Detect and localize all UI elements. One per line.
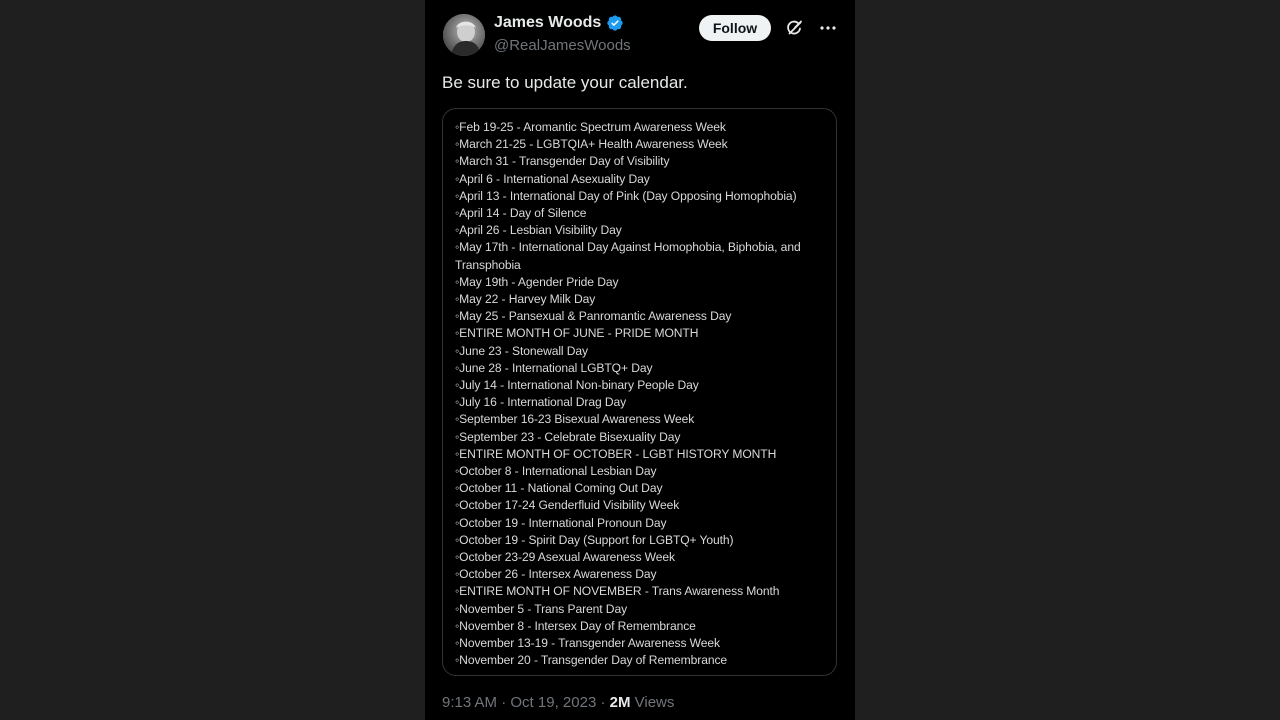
calendar-line: ◦October 19 - International Pronoun Day bbox=[455, 515, 667, 530]
calendar-line: ◦May 19th - Agender Pride Day bbox=[455, 274, 619, 289]
calendar-line: ◦October 17-24 Genderfluid Visibility We… bbox=[455, 498, 680, 513]
calendar-line: ◦ENTIRE MONTH OF OCTOBER - LGBT HISTORY … bbox=[455, 446, 777, 461]
calendar-line: ◦Feb 19-25 - Aromantic Spectrum Awarenes… bbox=[455, 120, 726, 134]
views-label: Views bbox=[630, 694, 675, 711]
author-name[interactable]: James Woods bbox=[494, 14, 601, 32]
post-card: James Woods @RealJamesWoods Follow Be su… bbox=[425, 0, 855, 720]
grok-icon[interactable] bbox=[785, 18, 805, 38]
calendar-line: ◦November 13-19 - Transgender Awareness … bbox=[455, 636, 720, 651]
post-header: James Woods @RealJamesWoods Follow bbox=[425, 0, 855, 66]
video-frame: James Woods @RealJamesWoods Follow Be su… bbox=[0, 0, 1280, 720]
calendar-line: ◦September 16-23 Bisexual Awareness Week bbox=[455, 412, 695, 427]
calendar-line: ◦ENTIRE MONTH OF JUNE - PRIDE MONTH bbox=[455, 326, 699, 341]
calendar-line: ◦June 23 - Stonewall Day bbox=[455, 343, 588, 358]
calendar-line: ◦April 14 - Day of Silence bbox=[455, 206, 587, 221]
author-handle[interactable]: @RealJamesWoods bbox=[494, 37, 631, 54]
calendar-line: ◦March 31 - Transgender Day of Visibilit… bbox=[455, 154, 670, 169]
calendar-line: ◦October 8 - International Lesbian Day bbox=[455, 464, 657, 479]
post-meta: 9:13 AM · Oct 19, 2023 · 2M Views bbox=[442, 694, 674, 711]
more-horizontal-icon[interactable] bbox=[818, 18, 838, 38]
calendar-line: ◦October 26 - Intersex Awareness Day bbox=[455, 567, 657, 582]
calendar-line: ◦April 26 - Lesbian Visibility Day bbox=[455, 223, 622, 238]
calendar-line: ◦October 23-29 Asexual Awareness Week bbox=[455, 550, 675, 565]
calendar-line: ◦April 6 - International Asexuality Day bbox=[455, 171, 650, 186]
name-row: James Woods bbox=[494, 14, 624, 32]
verified-badge-icon bbox=[606, 14, 624, 32]
follow-button[interactable]: Follow bbox=[699, 15, 771, 41]
calendar-line: ◦July 16 - International Drag Day bbox=[455, 395, 627, 410]
calendar-line: ◦October 11 - National Coming Out Day bbox=[455, 481, 663, 496]
views-count: 2M bbox=[609, 694, 631, 711]
calendar-line: ◦November 20 - Transgender Day of Rememb… bbox=[455, 653, 728, 668]
post-date[interactable]: Oct 19, 2023 bbox=[510, 694, 596, 711]
calendar-line: ◦April 13 - International Day of Pink (D… bbox=[455, 188, 797, 203]
meta-separator: · bbox=[596, 694, 610, 711]
calendar-line: ◦July 14 - International Non-binary Peop… bbox=[455, 378, 699, 393]
calendar-line: ◦June 28 - International LGBTQ+ Day bbox=[455, 360, 653, 375]
calendar-line: ◦May 17th - International Day Against Ho… bbox=[455, 240, 801, 272]
calendar-line: ◦ENTIRE MONTH OF NOVEMBER - Trans Awaren… bbox=[455, 584, 780, 599]
calendar-line: ◦March 21-25 - LGBTQIA+ Health Awareness… bbox=[455, 137, 728, 152]
calendar-line: ◦October 19 - Spirit Day (Support for LG… bbox=[455, 532, 734, 547]
avatar-image bbox=[443, 14, 485, 56]
post-time[interactable]: 9:13 AM bbox=[442, 694, 497, 711]
calendar-line: ◦May 22 - Harvey Milk Day bbox=[455, 292, 596, 307]
calendar-line: ◦November 8 - Intersex Day of Remembranc… bbox=[455, 618, 696, 633]
calendar-line: ◦November 5 - Trans Parent Day bbox=[455, 601, 628, 616]
calendar-list: ◦Feb 19-25 - Aromantic Spectrum Awarenes… bbox=[455, 119, 830, 670]
post-text: Be sure to update your calendar. bbox=[442, 73, 688, 92]
calendar-line: ◦September 23 - Celebrate Bisexuality Da… bbox=[455, 429, 681, 444]
meta-separator: · bbox=[497, 694, 511, 711]
avatar[interactable] bbox=[443, 14, 485, 56]
post-image[interactable]: ◦Feb 19-25 - Aromantic Spectrum Awarenes… bbox=[442, 108, 837, 676]
calendar-line: ◦May 25 - Pansexual & Panromantic Awaren… bbox=[455, 309, 732, 324]
